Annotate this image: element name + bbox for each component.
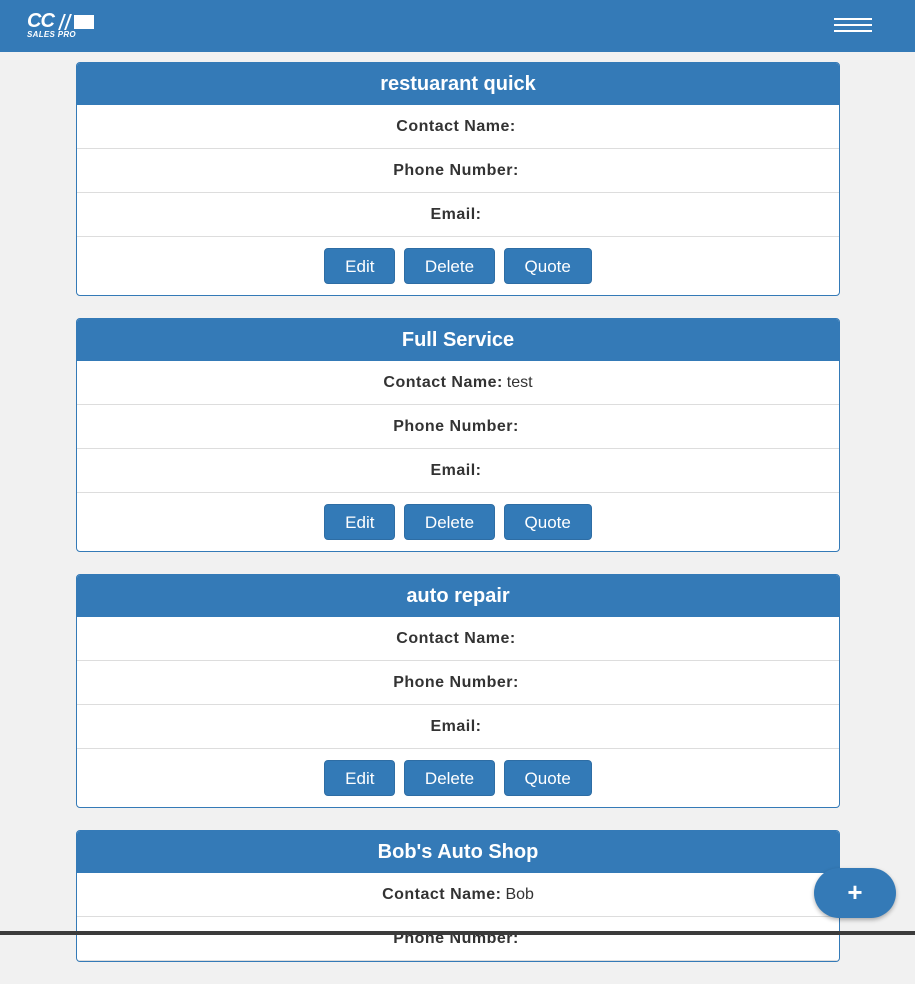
customer-list: restuarant quick Contact Name: Phone Num… [76, 62, 840, 984]
customer-name: auto repair [77, 575, 839, 617]
delete-button[interactable]: Delete [403, 504, 496, 540]
quote-button[interactable]: Quote [503, 248, 592, 284]
customer-card: restuarant quick Contact Name: Phone Num… [76, 62, 840, 296]
customer-card: auto repair Contact Name: Phone Number: … [76, 574, 840, 808]
bottom-edge [0, 931, 915, 935]
card-actions: Edit Delete Quote [77, 493, 839, 551]
edit-button[interactable]: Edit [324, 760, 396, 796]
contact-name-row: Contact Name: [77, 105, 839, 149]
edit-button[interactable]: Edit [324, 504, 396, 540]
quote-button[interactable]: Quote [503, 504, 592, 540]
email-row: Email: [77, 705, 839, 749]
email-row: Email: [77, 193, 839, 237]
hamburger-menu-icon[interactable] [834, 14, 874, 36]
delete-button[interactable]: Delete [403, 760, 496, 796]
customer-card: Full Service Contact Name: test Phone Num… [76, 318, 840, 552]
customer-name: Full Service [77, 319, 839, 361]
phone-number-row: Phone Number: [77, 405, 839, 449]
logo-mark: CC [27, 10, 55, 32]
customer-name: restuarant quick [77, 63, 839, 105]
edit-button[interactable]: Edit [324, 248, 396, 284]
phone-number-row: Phone Number: [77, 149, 839, 193]
customer-name: Bob's Auto Shop [77, 831, 839, 873]
add-customer-button[interactable]: + [814, 868, 896, 918]
card-actions: Edit Delete Quote [77, 749, 839, 807]
card-actions: Edit Delete Quote [77, 237, 839, 295]
email-row: Email: [77, 449, 839, 493]
phone-number-row: Phone Number: [77, 661, 839, 705]
contact-name-row: Contact Name: Bob [77, 873, 839, 917]
app-logo[interactable]: CC SALES PRO [27, 10, 99, 40]
logo-subtitle: SALES PRO [27, 30, 76, 39]
contact-name-row: Contact Name: [77, 617, 839, 661]
customer-card: Bob's Auto Shop Contact Name: Bob Phone N… [76, 830, 840, 962]
contact-name-row: Contact Name: test [77, 361, 839, 405]
delete-button[interactable]: Delete [403, 248, 496, 284]
top-navbar: CC SALES PRO [0, 0, 915, 52]
quote-button[interactable]: Quote [503, 760, 592, 796]
plus-icon: + [847, 877, 863, 907]
phone-number-row: Phone Number: [77, 917, 839, 961]
